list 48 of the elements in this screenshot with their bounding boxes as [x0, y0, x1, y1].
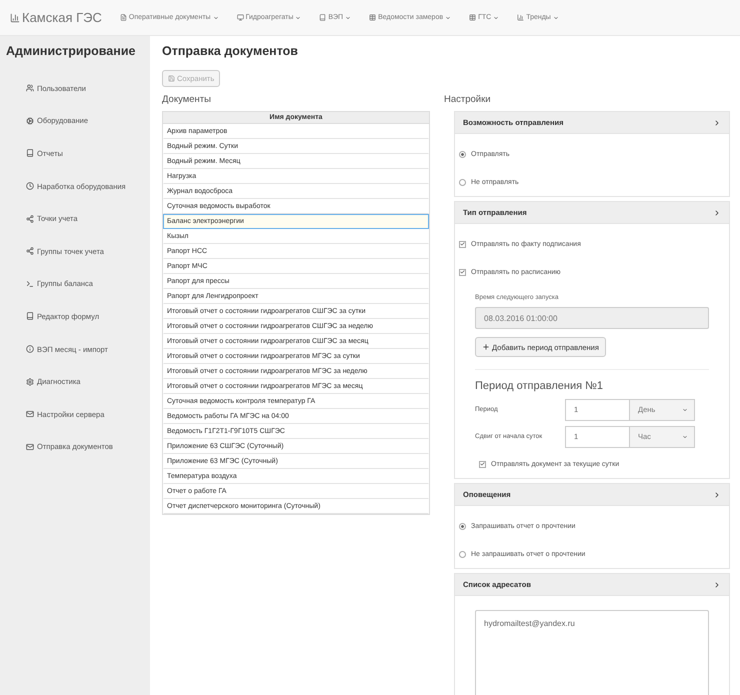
settings-icon	[26, 378, 34, 386]
book-icon	[26, 149, 34, 158]
mail-icon	[26, 410, 34, 418]
caret-icon	[445, 14, 452, 20]
chevron-icon	[713, 580, 721, 588]
radio-button[interactable]	[459, 550, 466, 558]
info-icon	[26, 345, 34, 354]
caret-icon	[552, 14, 559, 20]
checkbox[interactable]	[459, 240, 466, 248]
terminal-icon	[26, 280, 34, 288]
checkbox[interactable]	[479, 460, 486, 468]
radio-button[interactable]	[459, 178, 466, 186]
sidebar-title: Администрирование	[6, 44, 136, 60]
bar-chart-icon	[517, 14, 524, 21]
brand-link[interactable]: Камская ГЭС	[10, 10, 102, 25]
monitor-icon	[236, 14, 244, 21]
share-icon	[26, 247, 34, 256]
mail-icon	[26, 442, 34, 451]
plus-icon	[482, 343, 490, 351]
checkbox[interactable]	[459, 268, 466, 276]
users-icon	[26, 84, 34, 92]
caret-icon	[295, 14, 302, 20]
caret-icon	[212, 14, 219, 20]
chevron-icon	[713, 490, 721, 498]
book-icon	[26, 312, 34, 320]
radio-button[interactable]	[459, 150, 466, 158]
document-icon	[120, 14, 127, 21]
section-title: Настройки	[444, 94, 492, 105]
table-icon	[469, 14, 476, 21]
caret-icon	[682, 434, 688, 440]
page-title: Отправка документов	[162, 44, 299, 58]
table-icon	[369, 14, 376, 21]
radio-button[interactable]	[459, 522, 466, 530]
chevron-icon	[713, 208, 721, 216]
chevron-icon	[713, 118, 721, 126]
save-icon	[168, 75, 175, 82]
caret-icon	[345, 14, 352, 20]
section-title: Документы	[162, 94, 212, 105]
cog-icon	[26, 116, 34, 125]
bar-chart-icon	[10, 12, 20, 22]
period-title: Период отправления №1	[475, 380, 604, 392]
caret-icon	[682, 406, 688, 412]
datetime-field[interactable]: 08.03.2016 01:00:00	[475, 307, 709, 329]
share-icon	[26, 214, 34, 223]
recipients-field[interactable]: hydromailtest@yandex.ru	[475, 610, 709, 695]
book-icon	[319, 14, 326, 21]
caret-icon	[493, 14, 500, 20]
clock-icon	[26, 182, 34, 190]
